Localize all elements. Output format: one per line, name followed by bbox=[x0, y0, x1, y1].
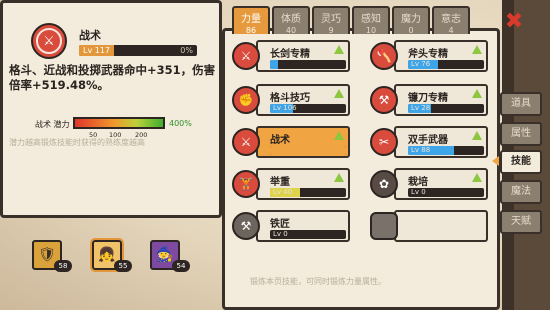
skill-name: 战术 bbox=[270, 135, 290, 146]
close-icon[interactable]: ✖ bbox=[502, 10, 526, 34]
locked-hex-icon bbox=[370, 212, 398, 240]
fist-icon: ✊ bbox=[232, 86, 260, 114]
info-level-bar: Lv 117 0% bbox=[79, 45, 197, 56]
skill-name: 栽培 bbox=[408, 177, 428, 188]
companion-level: 55 bbox=[114, 260, 132, 272]
skill-level: Lv 0 bbox=[411, 188, 426, 196]
companion-portrait[interactable]: 🛡 58 bbox=[32, 240, 72, 272]
sword-icon: ⚔ bbox=[232, 42, 260, 70]
info-skill-name: 战术 bbox=[79, 29, 101, 42]
skill-fighting[interactable]: 格斗技巧 Lv 106 ✊ bbox=[232, 84, 358, 120]
upgrade-arrow-icon[interactable] bbox=[334, 131, 344, 140]
skill-locked bbox=[370, 210, 496, 246]
tab-magic[interactable]: 魔力 0 bbox=[392, 6, 430, 34]
tab-constitution[interactable]: 体质 40 bbox=[272, 6, 310, 34]
potential-bar bbox=[73, 117, 165, 129]
skill-name: 斧头专精 bbox=[408, 49, 448, 60]
tactics-emblem-icon: ⚔ bbox=[31, 23, 67, 59]
potential-value: 400% bbox=[169, 119, 192, 128]
skill-name: 镰刀专精 bbox=[408, 93, 448, 104]
upgrade-arrow-icon[interactable] bbox=[334, 89, 344, 98]
skill-tactics[interactable]: 战术 ⚔ bbox=[232, 126, 358, 162]
skill-axe[interactable]: 斧头专精 Lv 76 🪓 bbox=[370, 40, 496, 76]
upgrade-arrow-icon[interactable] bbox=[334, 45, 344, 54]
skill-longsword[interactable]: 长剑专精 ⚔ bbox=[232, 40, 358, 76]
skill-name: 长剑专精 bbox=[270, 49, 310, 60]
dumbbell-icon: 🏋 bbox=[232, 170, 260, 198]
plant-icon: ✿ bbox=[370, 170, 398, 198]
skill-progress bbox=[270, 146, 346, 155]
info-level: Lv 117 bbox=[79, 45, 115, 56]
anvil-icon: ⚒ bbox=[232, 212, 260, 240]
upgrade-arrow-icon[interactable] bbox=[472, 89, 482, 98]
menu-skills[interactable]: 技能 bbox=[500, 150, 542, 174]
skill-level: Lv 76 bbox=[411, 60, 431, 68]
companion-level: 58 bbox=[54, 260, 72, 272]
companion-portrait[interactable]: 👧 55 bbox=[90, 238, 132, 272]
skill-level: Lv 40 bbox=[273, 188, 293, 196]
axe-icon: 🪓 bbox=[370, 42, 398, 70]
tab-dexterity[interactable]: 灵巧 9 bbox=[312, 6, 350, 34]
info-progress: 0% bbox=[180, 46, 193, 55]
skill-farming[interactable]: 栽培 Lv 0 ✿ bbox=[370, 168, 496, 204]
skill-info-panel: ⚔ 战术 Lv 117 0% 格斗、近战和投掷武器命中+351，伤害倍率+519… bbox=[0, 0, 222, 218]
menu-items[interactable]: 道具 bbox=[500, 92, 542, 116]
companion-level: 54 bbox=[172, 260, 190, 272]
menu-magic[interactable]: 魔法 bbox=[500, 180, 542, 204]
selected-arrow-icon bbox=[492, 156, 499, 166]
upgrade-arrow-icon[interactable] bbox=[472, 45, 482, 54]
skill-name: 格斗技巧 bbox=[270, 93, 310, 104]
footer-note: 锻炼本页技能，可同时锻炼力量属性。 bbox=[250, 277, 386, 286]
info-description: 格斗、近战和投掷武器命中+351，伤害倍率+519.48%。 bbox=[9, 63, 216, 92]
upgrade-arrow-icon[interactable] bbox=[472, 131, 482, 140]
upgrade-arrow-icon[interactable] bbox=[334, 173, 344, 182]
skill-level: Lv 88 bbox=[411, 146, 431, 154]
skill-level: Lv 106 bbox=[273, 104, 297, 112]
skill-twohand[interactable]: 双手武器 Lv 88 ✂ bbox=[370, 126, 496, 162]
tab-strength[interactable]: 力量 86 bbox=[232, 6, 270, 34]
companion-portrait[interactable]: 🧙 54 bbox=[150, 240, 190, 272]
skill-blacksmith[interactable]: 铁匠 Lv 0 ⚒ bbox=[232, 210, 358, 246]
menu-talents[interactable]: 天赋 bbox=[500, 210, 542, 234]
attribute-tabs: 力量 86 体质 40 灵巧 9 感知 10 魔力 0 意志 4 bbox=[232, 6, 470, 34]
upgrade-arrow-icon[interactable] bbox=[472, 173, 482, 182]
skill-name: 举重 bbox=[270, 177, 290, 188]
skill-weightlifting[interactable]: 举重 Lv 40 🏋 bbox=[232, 168, 358, 204]
skill-progress bbox=[270, 60, 278, 69]
tactics-icon: ⚔ bbox=[232, 128, 260, 156]
skill-level: Lv 0 bbox=[273, 230, 288, 238]
tab-will[interactable]: 意志 4 bbox=[432, 6, 470, 34]
skill-scythe[interactable]: 镰刀专精 Lv 28 ⚒ bbox=[370, 84, 496, 120]
potential-note: 潜力越高锻炼技能时获得的熟练度越高 bbox=[9, 138, 145, 147]
menu-attributes[interactable]: 属性 bbox=[500, 122, 542, 146]
twohand-icon: ✂ bbox=[370, 128, 398, 156]
scythe-icon: ⚒ bbox=[370, 86, 398, 114]
skill-name: 铁匠 bbox=[270, 219, 290, 230]
skill-level: Lv 28 bbox=[411, 104, 431, 112]
tab-perception[interactable]: 感知 10 bbox=[352, 6, 390, 34]
skill-name: 双手武器 bbox=[408, 135, 448, 146]
potential-label: 战术 潜力 bbox=[35, 120, 70, 129]
